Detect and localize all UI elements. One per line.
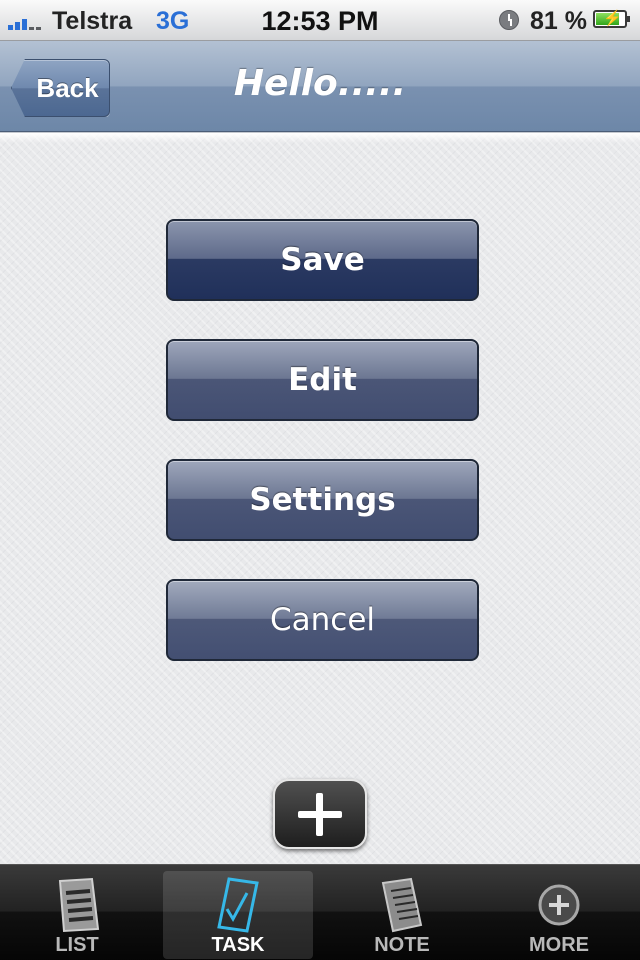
- tab-label: LIST: [55, 934, 99, 956]
- tab-note[interactable]: NOTE: [327, 871, 477, 959]
- save-button[interactable]: Save: [166, 219, 479, 301]
- tab-label: NOTE: [374, 934, 430, 956]
- page-title: Hello.....: [233, 63, 407, 104]
- navigation-bar: Back Hello.....: [0, 41, 640, 132]
- app-screen: Telstra 3G 12:53 PM 81 % ⚡ Back Hello...…: [0, 0, 640, 960]
- tab-task[interactable]: TASK: [163, 871, 313, 959]
- alarm-clock-icon: [499, 10, 519, 30]
- tab-bar: LIST TASK NOTE MORE: [0, 864, 640, 960]
- tab-list[interactable]: LIST: [2, 871, 152, 959]
- tab-label: MORE: [529, 934, 589, 956]
- more-icon: [538, 884, 580, 926]
- note-icon: [381, 877, 423, 933]
- list-icon: [58, 877, 100, 933]
- charging-bolt-icon: ⚡: [603, 10, 622, 27]
- settings-button[interactable]: Settings: [166, 459, 479, 541]
- nav-bar-shadow: [0, 132, 640, 143]
- task-icon: [217, 877, 259, 933]
- edit-button[interactable]: Edit: [166, 339, 479, 421]
- tab-label: TASK: [211, 934, 265, 956]
- battery-percent: 81 %: [530, 7, 587, 35]
- plus-icon-vertical: [316, 793, 323, 836]
- add-button[interactable]: [273, 779, 367, 849]
- battery-charging-icon: ⚡: [593, 10, 630, 28]
- cancel-button[interactable]: Cancel: [166, 579, 479, 661]
- status-bar: Telstra 3G 12:53 PM 81 % ⚡: [0, 0, 640, 41]
- tab-more[interactable]: MORE: [484, 871, 634, 959]
